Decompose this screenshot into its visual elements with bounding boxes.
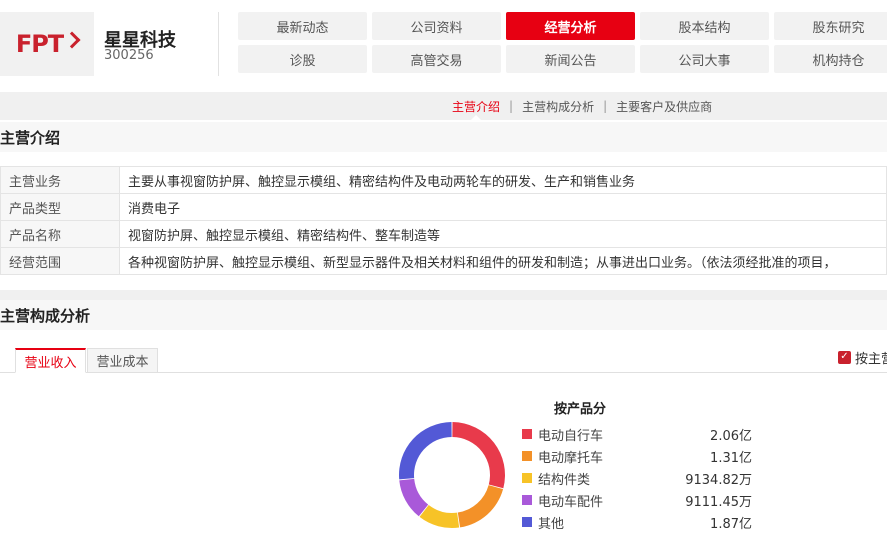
nav-business-analysis[interactable]: 经营分析	[506, 12, 635, 40]
stock-header: FPT 星星科技 300256 最新动态 公司资料 经营分析 股本结构 股东研究…	[0, 0, 887, 88]
table-row: 产品名称 视窗防护屏、触控显示模组、精密结构件、整车制造等	[0, 220, 887, 248]
legend-swatch	[522, 517, 532, 527]
legend-item[interactable]: 电动车配件 9111.45万	[522, 489, 752, 511]
nav-shareholder-research[interactable]: 股东研究	[774, 12, 887, 40]
legend-swatch	[522, 473, 532, 483]
chart-title: 按产品分	[554, 402, 607, 417]
stock-code: 300256	[104, 48, 154, 63]
sub-nav: 主营介绍 | 主营构成分析 | 主要客户及供应商	[0, 92, 887, 120]
row-label: 产品类型	[0, 193, 120, 221]
nav-institutional-holdings[interactable]: 机构持仓	[774, 45, 887, 73]
legend-label: 电动车配件	[538, 494, 604, 510]
table-row: 经营范围 各种视窗防护屏、触控显示模组、新型显示器件及相关材料和组件的研发和制造…	[0, 247, 887, 275]
legend-label: 结构件类	[538, 472, 591, 488]
intro-section-title: 主营介绍	[0, 122, 887, 152]
nav-company-events[interactable]: 公司大事	[640, 45, 769, 73]
legend-item[interactable]: 结构件类 9134.82万	[522, 467, 752, 489]
chart-legend: 电动自行车 2.06亿电动摩托车 1.31亿结构件类 9134.82万电动车配件 911…	[522, 423, 752, 533]
subnav-separator: |	[603, 99, 608, 113]
nav-executive-trading[interactable]: 高管交易	[372, 45, 501, 73]
donut-slice[interactable]	[399, 478, 429, 517]
logo-text: FPT	[16, 30, 81, 58]
legend-label: 电动摩托车	[538, 450, 604, 466]
legend-value: 1.31亿	[710, 450, 752, 466]
company-logo: FPT	[0, 12, 94, 76]
subnav-composition-analysis[interactable]: 主营构成分析	[522, 92, 594, 120]
tab-cost[interactable]: 营业成本	[87, 348, 158, 373]
nav-news-announcements[interactable]: 新闻公告	[506, 45, 635, 73]
nav-stock-diagnosis[interactable]: 诊股	[238, 45, 367, 73]
subnav-main-business-intro[interactable]: 主营介绍	[452, 92, 500, 120]
legend-value: 9111.45万	[685, 494, 752, 510]
legend-item[interactable]: 其他 1.87亿	[522, 511, 752, 533]
donut-slice[interactable]	[419, 505, 460, 528]
section-gap	[0, 290, 887, 300]
legend-label: 电动自行车	[538, 428, 604, 444]
nav-latest-news[interactable]: 最新动态	[238, 12, 367, 40]
logo-arrow-icon	[63, 31, 81, 49]
product-donut-chart	[399, 422, 505, 528]
subnav-customers-suppliers[interactable]: 主要客户及供应商	[616, 92, 712, 120]
legend-swatch	[522, 451, 532, 461]
legend-swatch	[522, 495, 532, 505]
legend-item[interactable]: 电动自行车 2.06亿	[522, 423, 752, 445]
tab-revenue[interactable]: 营业收入	[15, 348, 86, 373]
by-business-toggle[interactable]: ✓ 按主营	[838, 349, 887, 367]
legend-value: 9134.82万	[685, 472, 752, 488]
legend-swatch	[522, 429, 532, 439]
row-value: 各种视窗防护屏、触控显示模组、新型显示器件及相关材料和组件的研发和制造；从事进出…	[119, 247, 887, 275]
row-value: 视窗防护屏、触控显示模组、精密结构件、整车制造等	[119, 220, 887, 248]
legend-item[interactable]: 电动摩托车 1.31亿	[522, 445, 752, 467]
table-row: 主营业务 主要从事视窗防护屏、触控显示模组、精密结构件及电动两轮车的研发、生产和…	[0, 166, 887, 194]
main-nav: 最新动态 公司资料 经营分析 股本结构 股东研究 诊股 高管交易 新闻公告 公司…	[238, 12, 887, 73]
legend-value: 2.06亿	[710, 428, 752, 444]
row-label: 经营范围	[0, 247, 120, 275]
donut-slice[interactable]	[399, 422, 452, 480]
donut-slice[interactable]	[452, 422, 505, 489]
checkbox-checked-icon[interactable]: ✓	[838, 350, 851, 364]
row-value: 消费电子	[119, 193, 887, 221]
checkbox-label: 按主营	[855, 351, 887, 367]
composition-section-title: 主营构成分析	[0, 300, 887, 330]
nav-company-profile[interactable]: 公司资料	[372, 12, 501, 40]
legend-label: 其他	[538, 516, 565, 532]
nav-share-structure[interactable]: 股本结构	[640, 12, 769, 40]
row-value: 主要从事视窗防护屏、触控显示模组、精密结构件及电动两轮车的研发、生产和销售业务	[119, 166, 887, 194]
header-divider	[218, 12, 219, 76]
composition-tabs: 营业收入 营业成本	[0, 348, 887, 373]
donut-slice[interactable]	[457, 485, 504, 528]
subnav-separator: |	[509, 99, 514, 113]
intro-table: 主营业务 主要从事视窗防护屏、触控显示模组、精密结构件及电动两轮车的研发、生产和…	[0, 166, 887, 275]
row-label: 主营业务	[0, 166, 120, 194]
legend-value: 1.87亿	[710, 516, 752, 532]
table-row: 产品类型 消费电子	[0, 193, 887, 221]
row-label: 产品名称	[0, 220, 120, 248]
